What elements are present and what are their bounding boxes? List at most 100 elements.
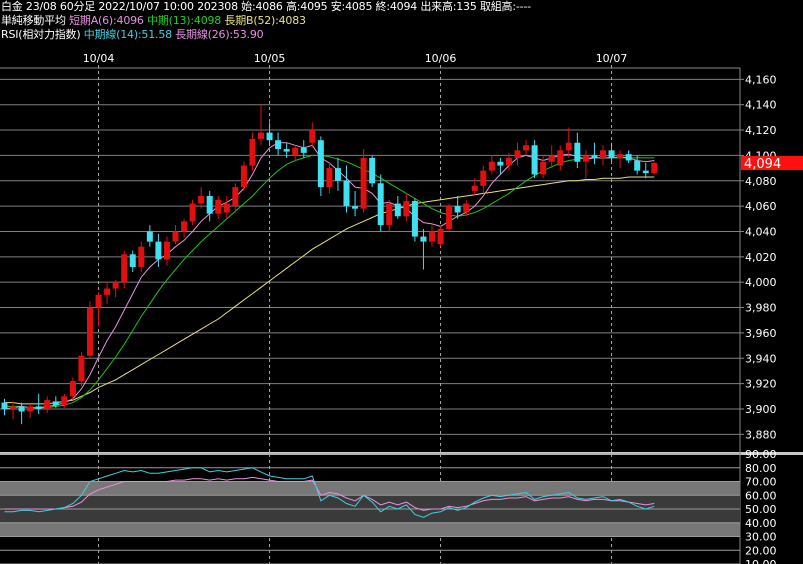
candle[interactable] (292, 145, 299, 162)
candle-body (634, 160, 641, 171)
candle-body (377, 183, 384, 226)
candle[interactable] (360, 149, 367, 213)
candle[interactable] (437, 225, 444, 247)
candle[interactable] (10, 401, 17, 420)
candle-body (480, 170, 487, 186)
candle[interactable] (232, 183, 239, 213)
candle[interactable] (369, 155, 376, 188)
price-tick-label: 4,020 (745, 251, 777, 264)
candle[interactable] (27, 403, 34, 418)
candle[interactable] (488, 155, 495, 175)
candle-body (454, 206, 461, 213)
candle[interactable] (223, 195, 230, 219)
candle[interactable] (574, 132, 581, 169)
candle[interactable] (215, 195, 222, 219)
candle[interactable] (44, 396, 51, 413)
candle[interactable] (334, 157, 341, 191)
candle[interactable] (275, 132, 282, 156)
candle[interactable] (343, 165, 350, 213)
price-tick-label: 3,920 (745, 378, 777, 391)
candle[interactable] (266, 122, 273, 146)
candle[interactable] (540, 155, 547, 179)
price-chart[interactable]: 10/04 10/05 10/06 10/07 4,1604,1404,1204,10… (0, 0, 803, 564)
candle-body (44, 400, 51, 409)
candle[interactable] (121, 250, 128, 289)
candle[interactable] (240, 161, 247, 191)
candle[interactable] (258, 104, 264, 146)
price-tick-label: 3,980 (745, 302, 777, 315)
candle[interactable] (557, 145, 564, 171)
candle[interactable] (523, 140, 530, 156)
rsi-band-lower (0, 522, 740, 537)
candle-body (540, 161, 547, 175)
candle[interactable] (548, 145, 555, 169)
candle[interactable] (352, 190, 359, 217)
rsi-tick-label: 10.00 (745, 558, 777, 564)
candle[interactable] (514, 142, 521, 166)
candle[interactable] (129, 250, 136, 273)
candle-body (369, 157, 376, 184)
candle-body (420, 236, 427, 242)
candle[interactable] (87, 301, 93, 359)
candle[interactable] (642, 163, 649, 179)
candle-body (69, 381, 76, 397)
candle-body (309, 130, 316, 143)
candle-body (138, 246, 145, 267)
candle[interactable] (206, 190, 213, 222)
candle-body (437, 228, 444, 245)
candle[interactable] (386, 199, 393, 232)
candle[interactable] (326, 163, 333, 194)
candle[interactable] (163, 236, 170, 266)
candle[interactable] (1, 398, 8, 416)
candle[interactable] (138, 241, 145, 273)
price-tick-label: 3,960 (745, 327, 777, 340)
candle-body (18, 406, 25, 412)
price-tick-label: 4,060 (745, 200, 777, 213)
candle[interactable] (78, 351, 85, 387)
candle[interactable] (591, 142, 598, 165)
candle-body (163, 241, 170, 260)
candle-body (240, 165, 247, 188)
candle[interactable] (394, 195, 401, 219)
candle[interactable] (309, 122, 316, 148)
candle[interactable] (651, 161, 658, 175)
candle[interactable] (181, 218, 188, 238)
candle[interactable] (104, 282, 111, 304)
candle-body (52, 401, 59, 406)
candle[interactable] (377, 174, 384, 232)
candle[interactable] (317, 136, 324, 196)
candle-body (104, 288, 111, 295)
candle[interactable] (112, 279, 119, 298)
candle[interactable] (403, 193, 410, 222)
candle[interactable] (420, 228, 427, 270)
candle-body (206, 195, 213, 214)
candle[interactable] (155, 234, 162, 267)
candle[interactable] (446, 203, 453, 232)
candle[interactable] (625, 150, 632, 164)
candle-body (343, 180, 350, 207)
rsi-tick-label: 90.00 (745, 448, 777, 461)
candle[interactable] (582, 150, 589, 179)
candle[interactable] (172, 225, 179, 245)
rsi-tick-label: 70.00 (745, 476, 777, 489)
rsi-tick-label: 60.00 (745, 489, 777, 502)
candle-body (582, 155, 589, 162)
candle[interactable] (531, 140, 538, 179)
candle-body (317, 140, 324, 188)
candle[interactable] (608, 142, 615, 162)
price-tick-label: 3,940 (745, 352, 777, 365)
candle[interactable] (189, 199, 196, 226)
candle[interactable] (617, 150, 624, 169)
candle[interactable] (429, 225, 435, 247)
candle[interactable] (249, 132, 256, 171)
price-tick-label: 4,120 (745, 124, 777, 137)
candle[interactable] (95, 292, 102, 327)
candle[interactable] (480, 165, 487, 194)
candle-body (172, 231, 179, 242)
candle[interactable] (18, 402, 25, 425)
candle[interactable] (600, 145, 606, 166)
candle[interactable] (411, 198, 418, 242)
candle[interactable] (146, 225, 153, 247)
candle[interactable] (565, 127, 572, 158)
candle[interactable] (198, 187, 205, 209)
